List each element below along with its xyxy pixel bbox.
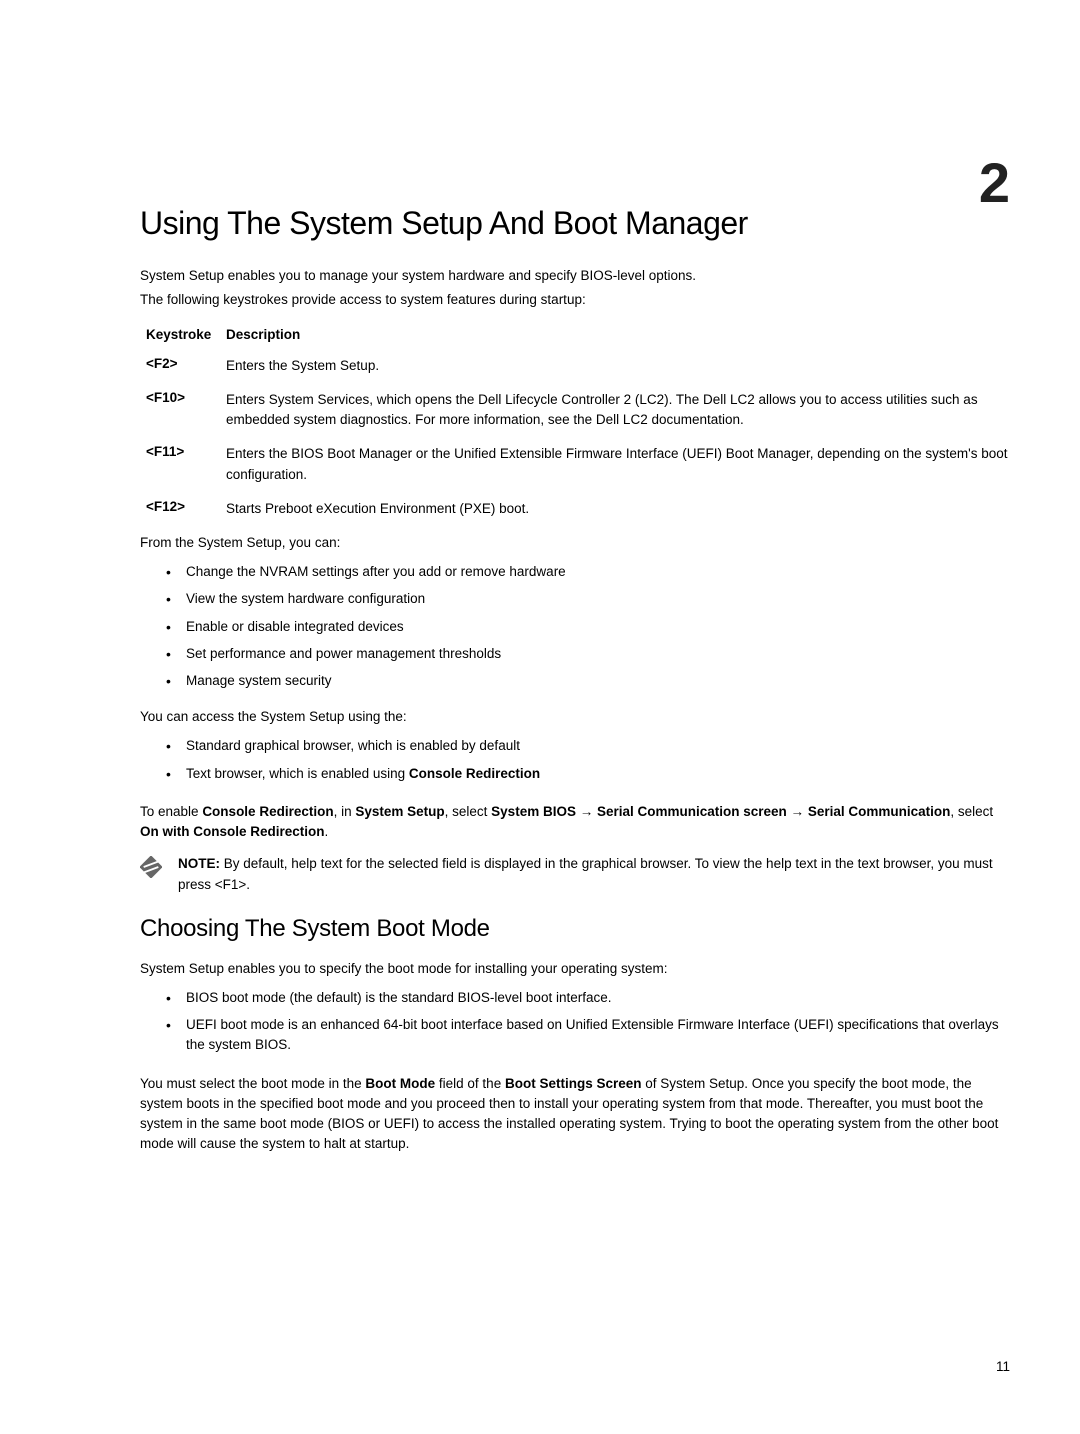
section-paragraph: You must select the boot mode in the Boo…: [140, 1074, 1010, 1155]
page-number: 11: [996, 1359, 1010, 1374]
note-block: NOTE: By default, help text for the sele…: [140, 854, 1010, 895]
access-list: Standard graphical browser, which is ena…: [186, 736, 1010, 784]
table-row: <F11> Enters the BIOS Boot Manager or th…: [146, 444, 1010, 485]
keystroke-desc: Starts Preboot eXecution Environment (PX…: [226, 499, 529, 519]
list-item: BIOS boot mode (the default) is the stan…: [186, 988, 1010, 1008]
text-bold: Boot Settings Screen: [505, 1076, 642, 1091]
table-row: <F2> Enters the System Setup.: [146, 356, 1010, 376]
page-title: Using The System Setup And Boot Manager: [140, 205, 1010, 242]
table-header-keystroke: Keystroke: [146, 327, 216, 342]
arrow-icon: →: [787, 804, 808, 819]
list-intro: You can access the System Setup using th…: [140, 709, 1010, 724]
text-span: .: [325, 824, 329, 839]
note-body: By default, help text for the selected f…: [178, 856, 993, 891]
keystroke-key: <F10>: [146, 390, 216, 431]
table-header-description: Description: [226, 327, 300, 342]
text-bold: Serial Communication: [808, 804, 951, 819]
enable-paragraph: To enable Console Redirection, in System…: [140, 802, 1010, 843]
capabilities-list: Change the NVRAM settings after you add …: [186, 562, 1010, 691]
arrow-icon: →: [576, 804, 597, 819]
text-span: field of the: [435, 1076, 505, 1091]
keystroke-key: <F11>: [146, 444, 216, 485]
text-bold: On with Console Redirection: [140, 824, 325, 839]
keystroke-key: <F2>: [146, 356, 216, 376]
table-row: <F10> Enters System Services, which open…: [146, 390, 1010, 431]
text-span: You must select the boot mode in the: [140, 1076, 365, 1091]
text-bold: Console Redirection: [202, 804, 333, 819]
intro-line-1: System Setup enables you to manage your …: [140, 266, 1010, 286]
text-bold: System Setup: [355, 804, 444, 819]
keystroke-desc: Enters the BIOS Boot Manager or the Unif…: [226, 444, 1010, 485]
note-text: NOTE: By default, help text for the sele…: [178, 854, 1010, 895]
section-title: Choosing The System Boot Mode: [140, 915, 1010, 943]
text-span: , in: [334, 804, 356, 819]
keystroke-key: <F12>: [146, 499, 216, 519]
list-item: Text browser, which is enabled using Con…: [186, 764, 1010, 784]
list-item: Change the NVRAM settings after you add …: [186, 562, 1010, 582]
section-intro: System Setup enables you to specify the …: [140, 961, 1010, 976]
list-item-text: Text browser, which is enabled using: [186, 766, 409, 781]
table-header: Keystroke Description: [146, 327, 1010, 342]
keystroke-table: Keystroke Description <F2> Enters the Sy…: [140, 327, 1010, 520]
text-bold: Boot Mode: [365, 1076, 435, 1091]
text-span: To enable: [140, 804, 202, 819]
list-item: UEFI boot mode is an enhanced 64-bit boo…: [186, 1015, 1010, 1056]
list-item-bold: Console Redirection: [409, 766, 540, 781]
table-row: <F12> Starts Preboot eXecution Environme…: [146, 499, 1010, 519]
text-bold: Serial Communication screen: [597, 804, 787, 819]
keystroke-desc: Enters System Services, which opens the …: [226, 390, 1010, 431]
note-label: NOTE:: [178, 856, 220, 871]
list-intro: From the System Setup, you can:: [140, 535, 1010, 550]
list-item: Set performance and power management thr…: [186, 644, 1010, 664]
text-bold: System BIOS: [491, 804, 576, 819]
note-icon: [140, 856, 162, 878]
text-span: , select: [950, 804, 993, 819]
list-item: Manage system security: [186, 671, 1010, 691]
chapter-number: 2: [979, 150, 1010, 215]
list-item: View the system hardware configuration: [186, 589, 1010, 609]
keystroke-desc: Enters the System Setup.: [226, 356, 379, 376]
list-item: Standard graphical browser, which is ena…: [186, 736, 1010, 756]
boot-mode-list: BIOS boot mode (the default) is the stan…: [186, 988, 1010, 1056]
intro-line-2: The following keystrokes provide access …: [140, 290, 1010, 310]
text-span: , select: [445, 804, 492, 819]
list-item: Enable or disable integrated devices: [186, 617, 1010, 637]
